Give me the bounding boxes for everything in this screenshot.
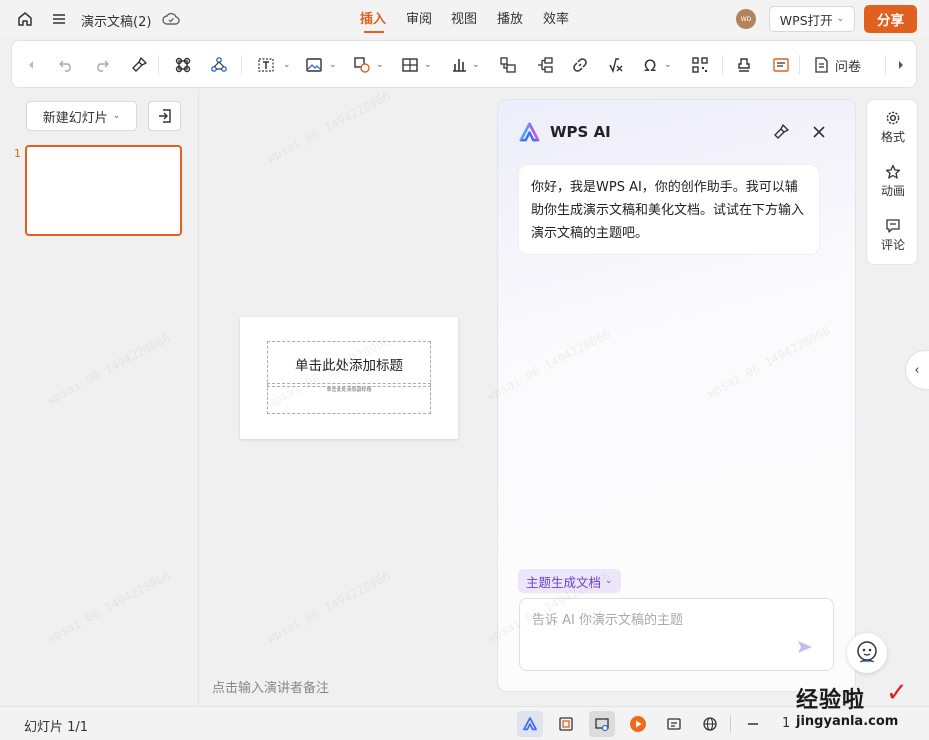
undo-icon[interactable]	[55, 54, 77, 76]
top-bar: 演示文稿(2) 插入 审阅 视图 播放 效率 WD WPS打开 ⌄ 分享	[0, 0, 929, 38]
stamp-icon[interactable]	[733, 54, 755, 76]
format-painter-icon[interactable]	[128, 54, 150, 76]
qrcode-icon[interactable]	[689, 54, 711, 76]
slide-canvas[interactable]: 单击此处添加标题 单击此处添加副标题	[240, 317, 458, 439]
wps-ai-logo-icon	[518, 121, 541, 144]
ai-status-icon[interactable]	[517, 711, 543, 737]
animation-panel-button[interactable]: 动画	[867, 162, 919, 199]
comment-label: 评论	[880, 238, 905, 252]
chevron-down-icon: ⌄	[836, 14, 845, 24]
star-icon	[867, 162, 919, 182]
presenter-view-icon[interactable]	[661, 711, 687, 737]
active-tab-indicator	[364, 31, 384, 33]
survey-icon[interactable]	[810, 54, 832, 76]
gear-icon	[867, 108, 919, 128]
ai-greeting-message: 你好，我是WPS AI，你的创作助手。我可以辅助你生成演示文稿和美化文档。试试在…	[518, 164, 820, 255]
status-bar: 幻灯片 1/1 1	[0, 706, 929, 740]
checkmark-icon: ✓	[886, 678, 908, 708]
tab-view[interactable]: 视图	[451, 8, 477, 27]
smartart-icon[interactable]	[208, 54, 230, 76]
slide-thumbnail[interactable]	[25, 145, 182, 236]
slide-count: 幻灯片 1/1	[24, 720, 89, 735]
comment-icon	[867, 216, 919, 236]
normal-view-icon[interactable]	[589, 711, 615, 737]
speaker-notes-input[interactable]: 点击输入演讲者备注	[212, 677, 329, 696]
textbox-icon[interactable]	[255, 54, 277, 76]
symbol-icon[interactable]: Ω	[640, 54, 662, 76]
home-icon[interactable]	[14, 8, 36, 30]
format-panel-button[interactable]: 格式	[867, 108, 919, 145]
zoom-level[interactable]: 1	[782, 716, 790, 731]
redo-icon[interactable]	[91, 54, 113, 76]
image-icon[interactable]	[303, 54, 325, 76]
ai-prompt-input[interactable]: 告诉 AI 你演示文稿的主题	[519, 598, 834, 671]
chevron-left-icon: ‹	[914, 362, 920, 378]
menu-icon[interactable]	[48, 8, 70, 30]
tab-play[interactable]: 播放	[497, 8, 523, 27]
globe-icon[interactable]	[697, 711, 723, 737]
send-icon[interactable]	[794, 636, 816, 658]
slide-number: 1	[14, 147, 21, 160]
document-title[interactable]: 演示文稿(2)	[81, 11, 151, 30]
avatar[interactable]: WD	[736, 9, 756, 29]
tab-review[interactable]: 审阅	[406, 8, 432, 27]
ai-prompt-placeholder: 告诉 AI 你演示文稿的主题	[532, 613, 683, 628]
format-label: 格式	[880, 130, 905, 144]
cloud-sync-icon[interactable]	[161, 9, 181, 29]
ribbon-toolbar: ⌄ ⌄ ⌄ ⌄ ⌄ Ω ⌄ 问卷	[11, 40, 917, 88]
import-slide-button[interactable]	[148, 101, 181, 131]
shape-icon[interactable]	[351, 54, 373, 76]
animation-label: 动画	[880, 184, 905, 198]
close-icon[interactable]	[808, 121, 830, 143]
flowchart-icon[interactable]	[534, 54, 556, 76]
table-icon[interactable]	[399, 54, 421, 76]
chevron-down-icon: ⌄	[112, 111, 121, 121]
new-slide-label: 新建幻灯片	[42, 110, 108, 126]
status-divider	[730, 716, 731, 732]
play-icon[interactable]	[625, 711, 651, 737]
brand-text: 经验啦	[796, 688, 866, 713]
formula-icon[interactable]	[605, 54, 627, 76]
tab-insert[interactable]: 插入	[360, 8, 386, 27]
zoom-out-icon[interactable]	[742, 711, 764, 737]
collapse-panel-button[interactable]: ‹	[905, 350, 929, 390]
chart-icon[interactable]	[448, 54, 470, 76]
ai-panel-title: WPS AI	[550, 123, 611, 141]
crop-icon[interactable]	[497, 54, 519, 76]
watermark: wpsai_06 1494228066	[264, 88, 393, 166]
shape-cmd-icon[interactable]	[172, 54, 194, 76]
comment-panel-button[interactable]: 评论	[867, 216, 919, 253]
media-icon[interactable]	[770, 54, 792, 76]
link-icon[interactable]	[569, 54, 591, 76]
prev-arrow-icon[interactable]	[20, 54, 42, 76]
brand-watermark: 经验啦 ✓ jingyanla.com	[796, 678, 926, 738]
brand-url: jingyanla.com	[796, 714, 899, 729]
svg-text:Ω: Ω	[644, 56, 656, 74]
tab-efficiency[interactable]: 效率	[543, 8, 569, 27]
share-button[interactable]: 分享	[864, 5, 917, 33]
next-arrow-icon[interactable]	[890, 54, 912, 76]
assistant-mascot-icon[interactable]	[847, 633, 887, 673]
right-tool-panel: 格式 动画 评论	[866, 99, 918, 265]
open-with-wps-button[interactable]: WPS打开 ⌄	[769, 6, 855, 32]
watermark: wpsai_06 1494228066	[264, 568, 393, 646]
open-with-wps-label: WPS打开	[779, 12, 833, 28]
brush-icon[interactable]	[770, 121, 792, 143]
slide-sorter-icon[interactable]	[553, 711, 579, 737]
new-slide-button[interactable]: 新建幻灯片 ⌄	[26, 101, 137, 131]
import-icon	[158, 109, 171, 123]
survey-label[interactable]: 问卷	[835, 56, 861, 75]
